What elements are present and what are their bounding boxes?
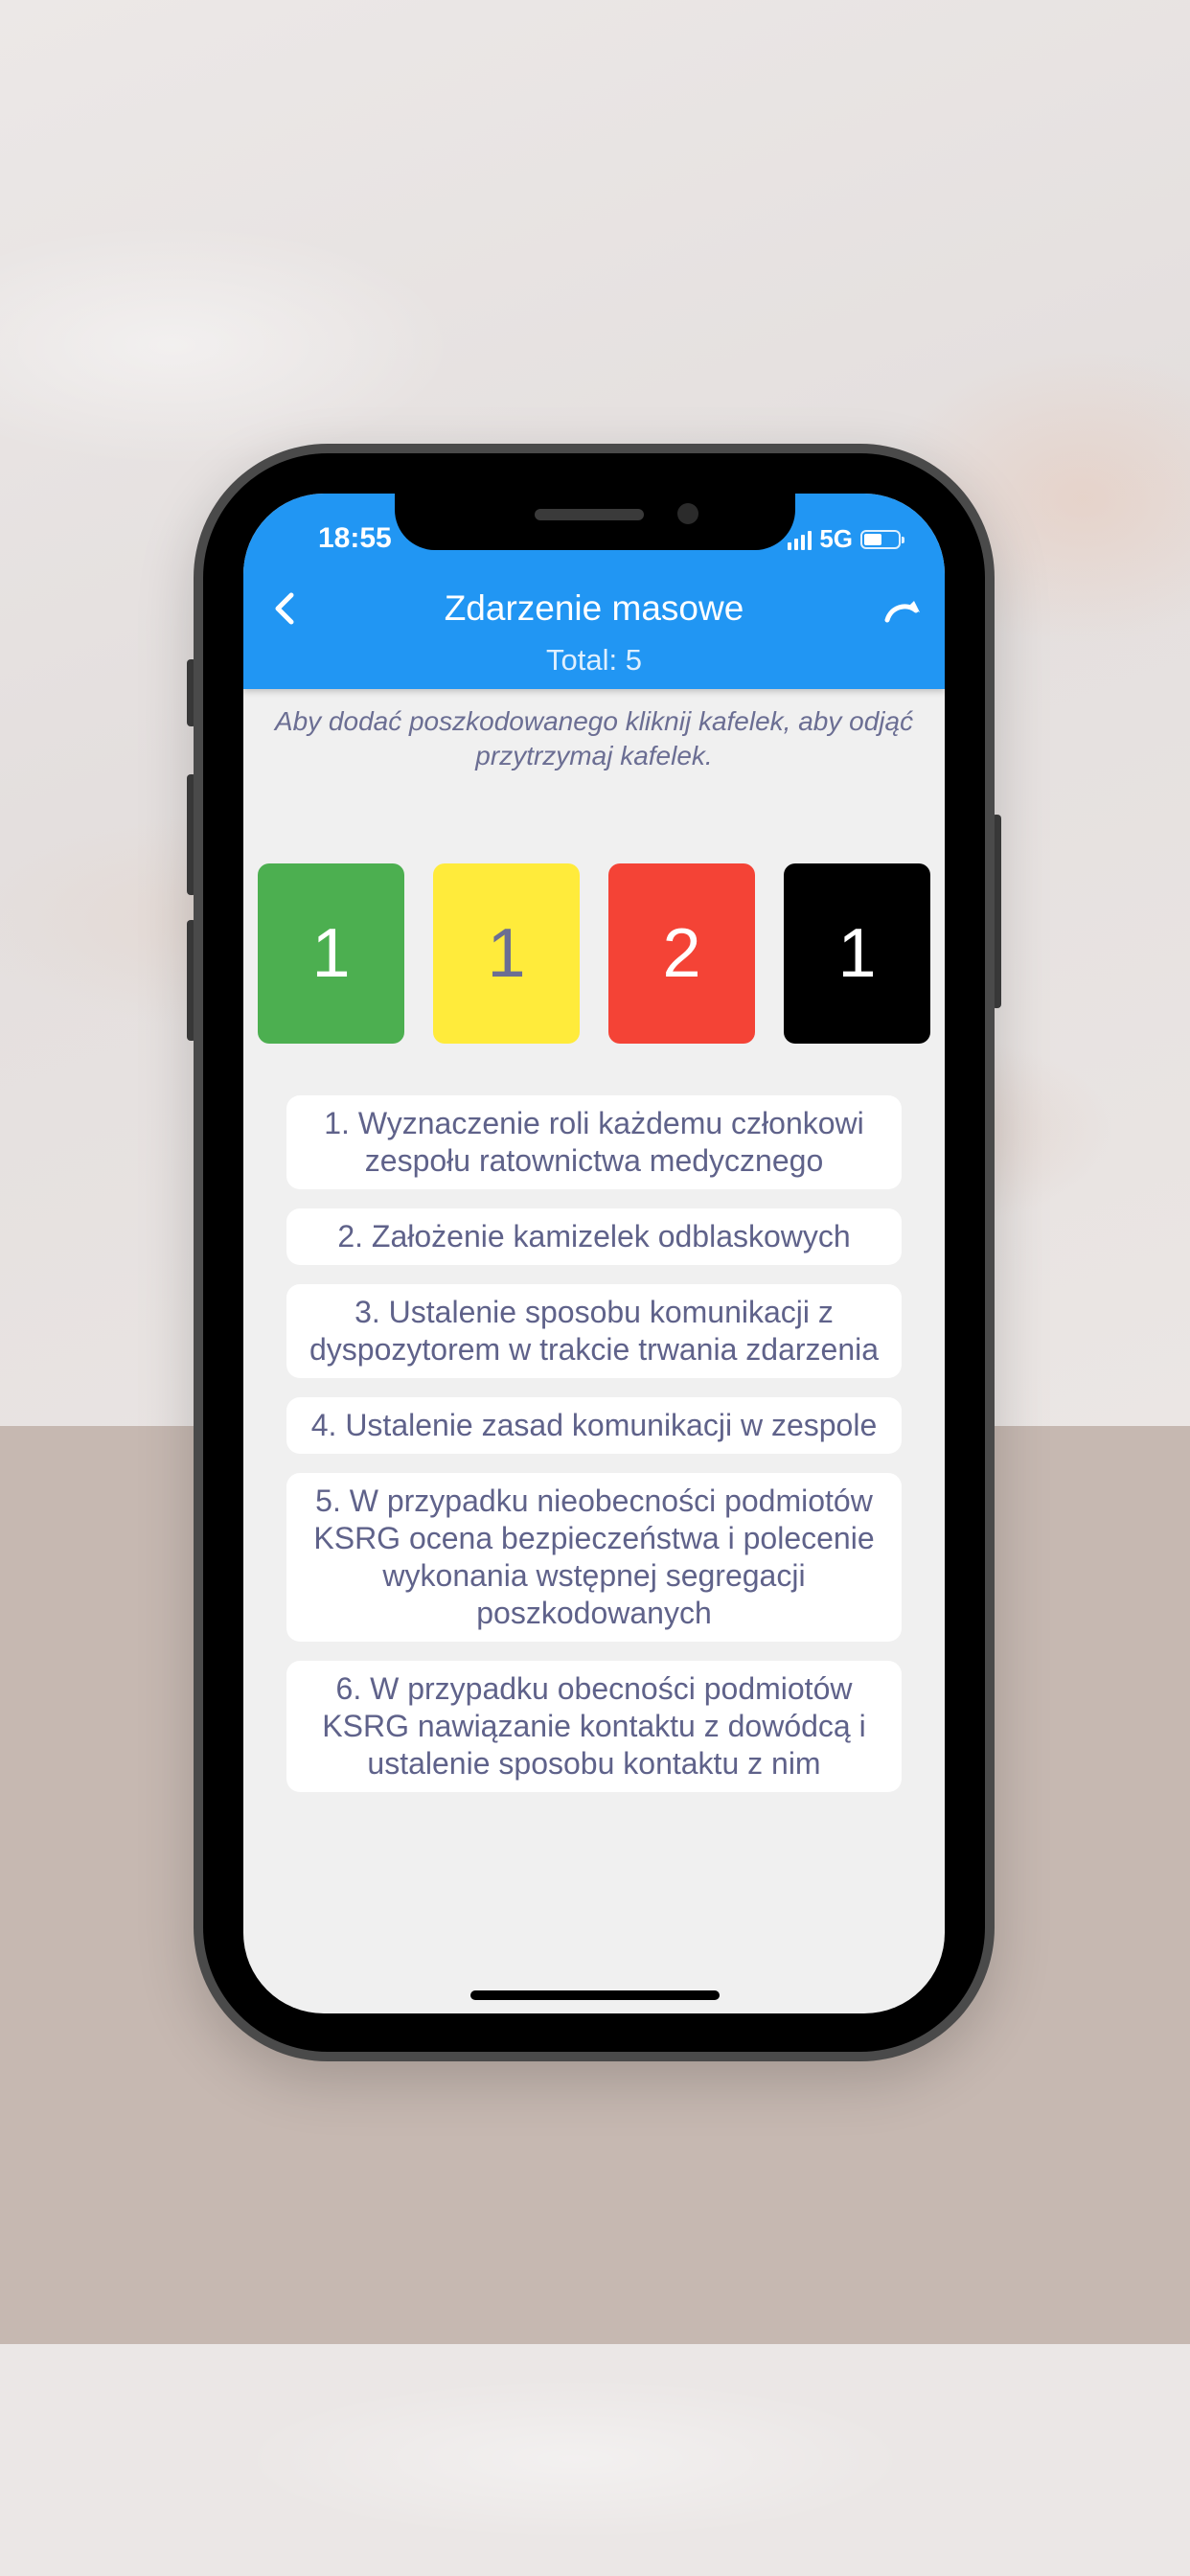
tile-red[interactable]: 2 (608, 863, 755, 1044)
marble-background-bottom (0, 2344, 1190, 2576)
phone-speaker (535, 509, 644, 520)
phone-notch (395, 491, 795, 550)
signal-bars-icon (788, 529, 812, 550)
phone-screen: 18:55 5G Zdarzenie masowe Total: 5 Aby d… (243, 494, 945, 2013)
status-indicators: 5G (788, 524, 904, 554)
triage-tiles: 1 1 2 1 (258, 863, 930, 1044)
step-item[interactable]: 1. Wyznaczenie roli każdemu członkowi ze… (286, 1095, 902, 1189)
battery-icon (860, 529, 904, 549)
page-title: Zdarzenie masowe (444, 588, 744, 628)
status-time: 18:55 (318, 522, 392, 554)
network-label: 5G (819, 524, 853, 553)
home-indicator[interactable] (470, 1990, 720, 2000)
step-item[interactable]: 4. Ustalenie zasad komunikacji w zespole (286, 1397, 902, 1454)
step-item[interactable]: 2. Założenie kamizelek odblaskowych (286, 1208, 902, 1265)
phone-camera (677, 503, 698, 524)
procedure-steps-list: 1. Wyznaczenie roli każdemu członkowi ze… (286, 1095, 902, 1811)
tile-green[interactable]: 1 (258, 863, 404, 1044)
tile-yellow[interactable]: 1 (433, 863, 580, 1044)
tile-black[interactable]: 1 (784, 863, 930, 1044)
step-item[interactable]: 6. W przypadku obecności podmiotów KSRG … (286, 1661, 902, 1792)
total-count: Total: 5 (546, 643, 642, 677)
step-item[interactable]: 5. W przypadku nieobecności podmiotów KS… (286, 1473, 902, 1642)
instruction-hint: Aby dodać poszkodowanego kliknij kafelek… (274, 706, 914, 770)
redo-arrow-icon[interactable] (881, 593, 926, 628)
step-item[interactable]: 3. Ustalenie sposobu komunikacji z dyspo… (286, 1284, 902, 1378)
